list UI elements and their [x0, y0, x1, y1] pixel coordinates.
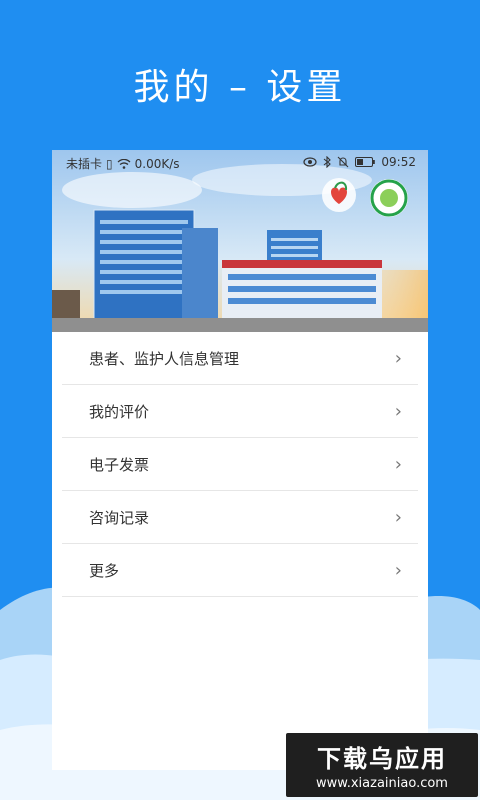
chevron-right-icon: › — [394, 506, 402, 528]
bell-muted-icon — [338, 156, 349, 168]
hospital-logo-round — [370, 179, 408, 217]
status-time: 09:52 — [381, 155, 416, 169]
menu-item-consult-records[interactable]: 咨询记录 › — [62, 491, 418, 544]
menu-item-my-reviews[interactable]: 我的评价 › — [62, 385, 418, 438]
network-speed: 0.00K/s — [134, 156, 180, 171]
menu-item-label: 我的评价 — [89, 402, 150, 421]
battery-icon — [355, 157, 376, 167]
site-watermark: 下载乌应用 www.xiazainiao.com — [286, 733, 478, 797]
sim-icon: ▯ — [106, 156, 113, 171]
menu-item-label: 更多 — [89, 561, 120, 580]
settings-menu: 患者、监护人信息管理 › 我的评价 › 电子发票 › 咨询记录 › 更多 › — [52, 332, 428, 597]
menu-item-patient-guardian-info[interactable]: 患者、监护人信息管理 › — [62, 332, 418, 385]
bluetooth-icon — [324, 156, 332, 168]
phone-screen: 未插卡 ▯ 0.00K/s 09:52 患者、监护人信息管理 › 我的评价 › … — [52, 150, 428, 770]
menu-item-e-invoice[interactable]: 电子发票 › — [62, 438, 418, 491]
carrier-text: 未插卡 — [66, 157, 103, 171]
menu-item-label: 患者、监护人信息管理 — [89, 349, 240, 368]
page-headline: 我的 – 设置 — [133, 67, 347, 108]
menu-item-more[interactable]: 更多 › — [62, 544, 418, 597]
chevron-right-icon: › — [394, 453, 402, 475]
watermark-url: www.xiazainiao.com — [316, 776, 448, 791]
wifi-icon — [117, 158, 131, 169]
status-bar: 未插卡 ▯ 0.00K/s 09:52 — [52, 150, 428, 174]
menu-item-label: 电子发票 — [89, 455, 150, 474]
chevron-right-icon: › — [394, 347, 402, 369]
hospital-logo-heart — [322, 178, 356, 212]
chevron-right-icon: › — [394, 400, 402, 422]
eye-icon — [303, 157, 318, 167]
hospital-banner: 未插卡 ▯ 0.00K/s 09:52 — [52, 150, 428, 332]
watermark-title: 下载乌应用 — [317, 745, 447, 773]
chevron-right-icon: › — [394, 559, 402, 581]
menu-item-label: 咨询记录 — [89, 508, 150, 527]
